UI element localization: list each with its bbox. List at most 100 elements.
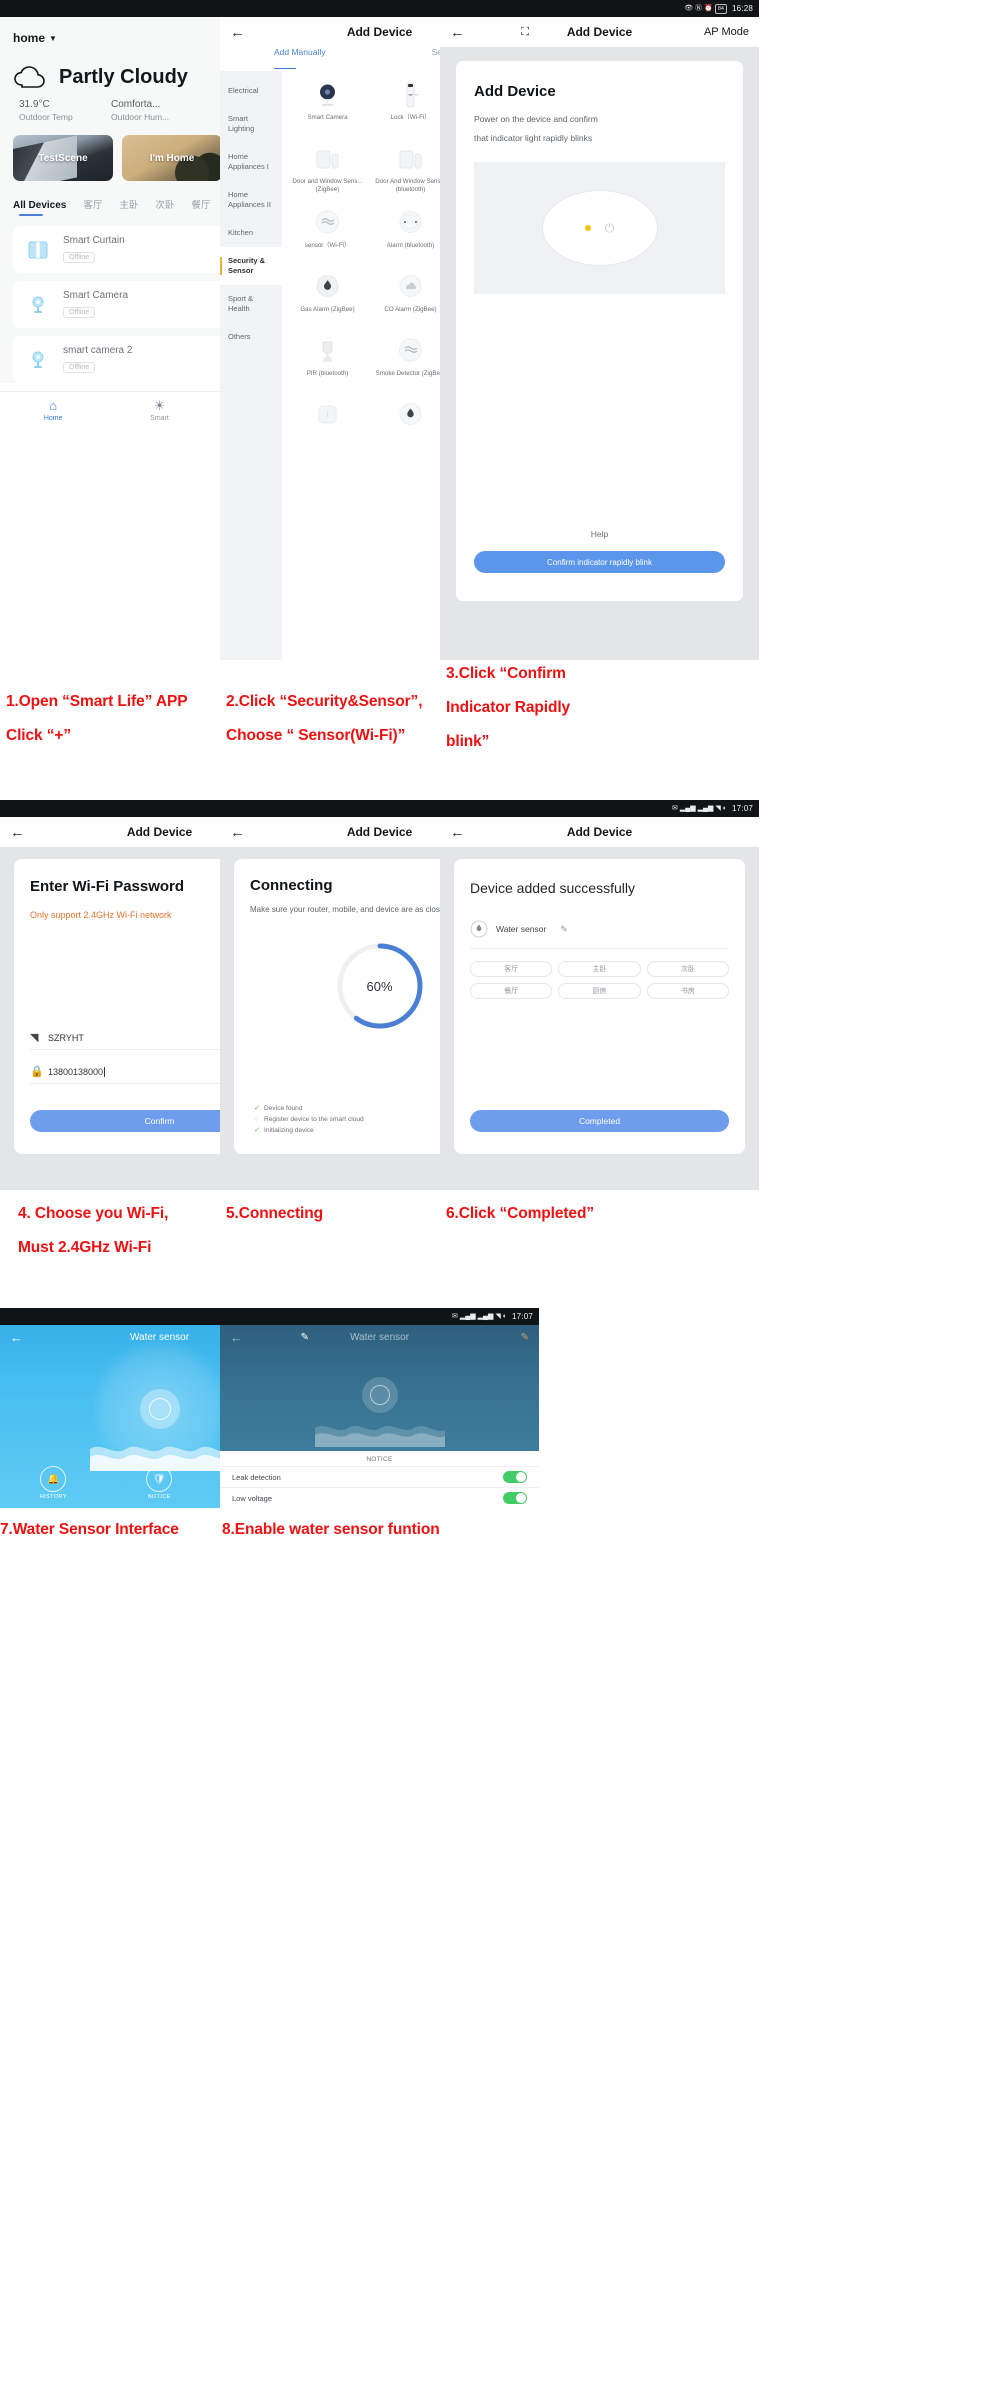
outdoor-temp-label: Outdoor Temp [19,112,73,122]
door-sensor-icon [312,144,343,175]
grid-item[interactable]: sensor（Wi-Fi） [286,205,369,250]
grid-item-label: PIR (bluetooth) [306,370,349,377]
outdoor-temp-metric: 31.9°C Outdoor Temp [19,99,111,122]
room-chip[interactable]: 书房 [646,983,729,999]
sidebar-item-home-appliances-1[interactable]: Home Appliances I [220,143,282,181]
step-item: ✓ Device found [254,1103,364,1114]
smoke-sensor-icon [312,208,343,239]
action-label: HISTORY [39,1494,67,1500]
caption-step-4-line-1: 4. Choose you Wi-Fi, [18,1205,169,1222]
tab-second-bedroom[interactable]: 次卧 [155,197,174,216]
status-bar: 👁 Ⓝ ⏰ 84 16:28 [440,0,759,17]
grid-item[interactable]: Gas Alarm (ZigBee) [286,269,369,314]
scan-qr-icon[interactable]: ⛶ [521,26,529,39]
message-icon: ✉ [672,805,678,812]
wifi-icon: ◥ [495,1313,501,1320]
caption-step-4-line-2: Must 2.4GHz Wi-Fi [18,1239,152,1256]
nav-item-home[interactable]: ⌂ Home [0,399,106,423]
grid-item-label: Door and Window Sens... (ZigBee) [292,178,363,193]
tab-add-manually[interactable]: Add Manually [220,47,380,71]
status-badge: Offline [63,252,96,263]
pencil-icon[interactable]: ✎ [560,924,568,935]
notice-label: NOTICE [366,1456,393,1463]
outdoor-humidity-value: Comforta... [111,99,161,110]
device-disc-icon: ⏻ [541,190,658,266]
grid-item[interactable]: PIR (bluetooth) [286,333,369,378]
sidebar-item-smart-lighting[interactable]: Smart Lighting [220,105,282,143]
indicator-dot [584,225,591,231]
room-chip[interactable]: 餐厅 [470,983,553,999]
grid-item[interactable] [286,397,369,434]
action-label: NOTICE [147,1494,171,1500]
room-chip[interactable]: 厨房 [558,983,641,999]
back-arrow-icon[interactable]: ← [10,825,32,840]
sun-icon: ☀ [153,398,166,413]
clock-text: 16:28 [731,4,753,13]
camera-icon [25,347,51,373]
battery-badge: 84 [714,3,727,14]
scene-card-testscene[interactable]: TestScene [13,135,113,181]
caption-step-1-line-1: 1.Open “Smart Life” APP [6,693,188,710]
progress-steps: ✓ Device found ○ Register device to the … [254,1103,364,1136]
tab-all-devices[interactable]: All Devices [13,200,66,216]
confirm-indicator-button[interactable]: Confirm indicator rapidly blink [474,551,725,573]
room-chip[interactable]: 次卧 [646,961,729,977]
sidebar-item-home-appliances-2[interactable]: Home Appliances II [220,181,282,219]
check-icon: ✓ [254,1105,260,1112]
ap-mode-button[interactable]: AP Mode [704,26,749,38]
wechat-icon: ◐ [722,805,727,812]
back-arrow-icon[interactable]: ← [230,825,252,840]
low-voltage-toggle[interactable] [503,1492,527,1504]
pencil-icon[interactable]: ✎ [521,1332,529,1343]
weather-condition: Partly Cloudy [59,65,188,88]
caption-step-2-line-2: Choose “ Sensor(Wi-Fi)” [226,727,406,744]
back-arrow-icon[interactable]: ← [450,25,472,40]
caption-step-2-line-1: 2.Click “Security&Sensor”, [226,693,423,710]
caption-step-8: 8.Enable water sensor funtion [222,1521,440,1538]
signal-icon-2: ▂▄▆ [477,1313,494,1320]
status-badge: Offline [63,307,96,318]
home-name[interactable]: home [13,31,45,45]
status-icons: ✉ ▂▄▆ ▂▄▆ ◥ ◐ 17:07 [672,804,753,813]
panel-device-added: ✉ ▂▄▆ ▂▄▆ ◥ ◐ 17:07 ← Add Device Device … [440,800,759,1190]
grid-item[interactable]: Door and Window Sens... (ZigBee) [286,141,369,193]
shield-icon: 🛡 [146,1466,173,1492]
sidebar-item-kitchen[interactable]: Kitchen [220,219,282,247]
setting-row-leak-detection[interactable]: Leak detection [220,1466,539,1487]
outdoor-humidity-label: Outdoor Hum... [111,112,170,122]
room-chip[interactable]: 客厅 [470,961,553,977]
room-chip[interactable]: 主卧 [558,961,641,977]
leak-detection-toggle[interactable] [503,1471,527,1483]
water-sensor-icon [470,920,488,938]
sidebar-item-others[interactable]: Others [220,323,282,351]
step-item: ✓ Initializing device [254,1125,364,1136]
back-arrow-icon[interactable]: ← [450,825,472,840]
instruction-sheet: ✉ ▂▄▆ ▂▄▆ ◥ ◐ home ▼ 🎙 ＋ Partly Cloudy [0,0,1000,2400]
water-drop-icon [395,400,426,431]
grid-item[interactable]: Smart Camera [286,77,369,122]
pencil-icon[interactable]: ✎ [301,1332,309,1343]
nav-item-smart[interactable]: ☀ Smart [106,398,212,423]
scene-card-im-home[interactable]: I'm Home [122,135,222,181]
device-name: smart camera 2 [63,345,133,356]
nav-label: Smart [150,415,169,422]
tab-dining-room[interactable]: 餐厅 [191,197,210,216]
circle-icon: ○ [254,1116,259,1123]
scene-label: TestScene [38,152,88,164]
card-line-1: Power on the device and confirm [474,114,598,124]
grid-item-label: Smart Camera [307,114,348,121]
status-icons: ✉ ▂▄▆ ▂▄▆ ◥ ◐ 17:07 [452,1312,533,1321]
action-history[interactable]: 🔔 HISTORY [40,1466,67,1500]
sidebar-item-electrical[interactable]: Electrical [220,77,282,105]
sidebar-item-security-sensor[interactable]: Security & Sensor [220,247,282,285]
help-link[interactable]: Help [456,529,743,539]
back-arrow-icon[interactable]: ← [230,25,252,40]
tab-living-room[interactable]: 客厅 [83,197,102,216]
tab-master-bedroom[interactable]: 主卧 [119,197,138,216]
setting-row-low-voltage[interactable]: Low voltage [220,1487,539,1508]
action-notice[interactable]: 🛡 NOTICE [146,1466,173,1500]
device-info: Smart Curtain Offline [63,235,125,264]
chevron-down-icon[interactable]: ▼ [49,34,57,43]
sidebar-item-sport-health[interactable]: Sport & Health [220,285,282,323]
completed-button[interactable]: Completed [470,1110,729,1132]
